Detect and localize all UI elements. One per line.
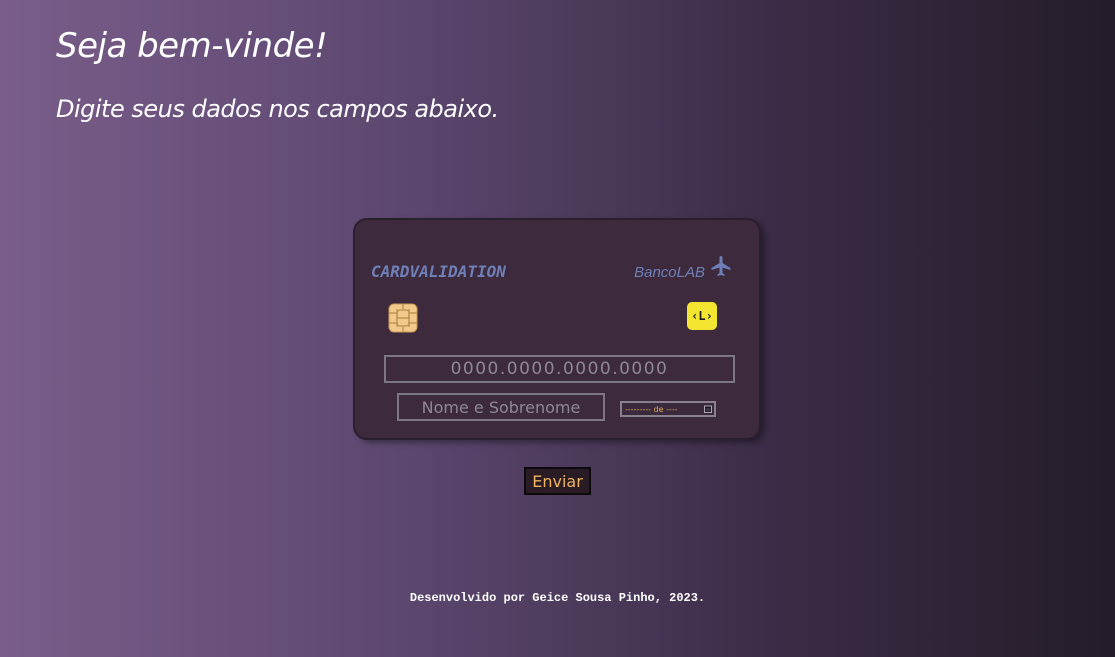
expiry-date-placeholder: --------- de ---- <box>625 404 678 414</box>
calendar-icon[interactable] <box>704 405 712 413</box>
expiry-date-input[interactable]: --------- de ---- <box>620 401 716 417</box>
page-subtitle: Digite seus dados nos campos abaixo. <box>56 95 499 123</box>
cardholder-name-input[interactable] <box>397 393 605 421</box>
credit-card: CARDVALIDATION BancoLAB ‹L› --------- de… <box>353 218 761 440</box>
page-title: Seja bem-vinde! <box>56 26 328 66</box>
footer-credit: Desenvolvido por Geice Sousa Pinho, 2023… <box>409 591 706 605</box>
bank-name: BancoLAB <box>634 264 705 281</box>
submit-button[interactable]: Enviar <box>524 467 591 495</box>
card-number-input[interactable] <box>384 355 735 383</box>
card-logo-badge: ‹L› <box>687 302 717 330</box>
card-brand-name: CARDVALIDATION <box>371 262 506 281</box>
airplane-icon <box>711 256 731 276</box>
chip-icon <box>388 303 418 333</box>
